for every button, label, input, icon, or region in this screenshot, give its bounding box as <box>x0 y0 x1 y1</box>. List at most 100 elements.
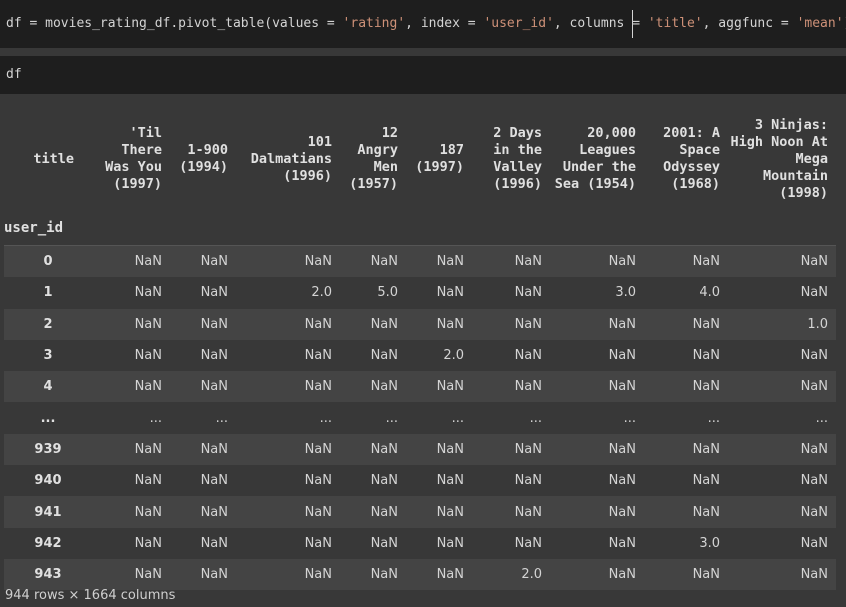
table-row: 1 NaN NaN 2.0 5.0 NaN NaN 3.0 4.0 NaN <box>4 277 836 309</box>
code-string: 'user_id' <box>483 16 554 31</box>
row-index: ... <box>40 410 56 426</box>
table-cell: ... <box>319 410 332 426</box>
table-cell: NaN <box>800 441 828 457</box>
dataframe-table: title 'Til There Was You (1997) 1-900 (1… <box>4 107 836 591</box>
code-string: 'title' <box>647 16 703 31</box>
table-cell: NaN <box>304 535 332 551</box>
table-row: 0 NaN NaN NaN NaN NaN NaN NaN NaN NaN <box>4 245 836 278</box>
table-cell: NaN <box>304 473 332 489</box>
table-cell: NaN <box>200 348 228 364</box>
table-cell: ... <box>385 410 398 426</box>
code-string: 'mean' <box>796 16 844 31</box>
table-cell: ... <box>451 410 464 426</box>
table-cell: NaN <box>370 504 398 520</box>
table-cell: NaN <box>134 473 162 489</box>
column-header: 12 Angry Men (1957) <box>349 125 398 192</box>
row-index: 2 <box>43 316 53 332</box>
table-cell: NaN <box>304 379 332 395</box>
table-cell: NaN <box>800 473 828 489</box>
table-cell: NaN <box>514 535 542 551</box>
column-header: 187 (1997) <box>415 142 464 175</box>
code-text: df = movies_rating_df.pivot_table(values… <box>6 16 343 31</box>
table-cell: NaN <box>370 535 398 551</box>
table-cell: NaN <box>304 316 332 332</box>
table-cell: NaN <box>514 316 542 332</box>
table-cell: NaN <box>608 535 636 551</box>
table-cell: NaN <box>608 379 636 395</box>
code-cell-pivot[interactable]: df = movies_rating_df.pivot_table(values… <box>0 0 846 48</box>
table-cell: NaN <box>436 379 464 395</box>
table-cell: 2.0 <box>443 348 464 364</box>
table-cell: NaN <box>200 535 228 551</box>
table-cell: NaN <box>304 441 332 457</box>
table-cell: NaN <box>406 245 472 278</box>
table-cell: 2.0 <box>311 285 332 301</box>
table-cell: NaN <box>436 473 464 489</box>
table-cell: NaN <box>692 379 720 395</box>
table-cell: NaN <box>692 567 720 583</box>
table-cell: NaN <box>514 504 542 520</box>
column-header: 2 Days in the Valley (1996) <box>493 125 542 192</box>
row-index: 0 <box>4 245 100 278</box>
code-text: , index = <box>405 16 484 31</box>
output-area: title 'Til There Was You (1997) 1-900 (1… <box>0 95 846 607</box>
table-cell: NaN <box>436 316 464 332</box>
table-cell: ... <box>149 410 162 426</box>
table-row: 940 NaN NaN NaN NaN NaN NaN NaN NaN NaN <box>4 465 836 497</box>
code-text: , aggfunc = <box>702 16 797 31</box>
table-cell: 5.0 <box>377 285 398 301</box>
table-cell: ... <box>529 410 542 426</box>
column-header-row: title 'Til There Was You (1997) 1-900 (1… <box>4 107 836 211</box>
table-cell: NaN <box>436 504 464 520</box>
table-cell: NaN <box>170 245 236 278</box>
table-cell: NaN <box>200 567 228 583</box>
code-text: = <box>632 16 641 31</box>
code-text: df <box>6 67 22 82</box>
table-cell: NaN <box>200 441 228 457</box>
table-cell: NaN <box>200 285 228 301</box>
row-index: 1 <box>43 285 53 301</box>
table-cell: NaN <box>800 504 828 520</box>
table-cell: NaN <box>304 504 332 520</box>
table-cell: NaN <box>692 473 720 489</box>
table-cell: ... <box>815 410 828 426</box>
table-row: 2 NaN NaN NaN NaN NaN NaN NaN NaN 1.0 <box>4 308 836 340</box>
table-cell: NaN <box>340 245 406 278</box>
table-cell: NaN <box>134 441 162 457</box>
table-row: 939 NaN NaN NaN NaN NaN NaN NaN NaN NaN <box>4 433 836 466</box>
table-cell: ... <box>623 410 636 426</box>
table-cell: NaN <box>608 441 636 457</box>
table-cell: NaN <box>304 567 332 583</box>
code-cell-df[interactable]: df <box>0 56 846 94</box>
table-cell: ... <box>707 410 720 426</box>
table-row: .............................. <box>4 402 836 434</box>
column-header: 1-900 (1994) <box>179 142 228 175</box>
row-index: 940 <box>34 473 62 489</box>
table-cell: 3.0 <box>615 285 636 301</box>
table-cell: NaN <box>236 245 340 278</box>
table-cell: NaN <box>800 348 828 364</box>
table-cell: NaN <box>134 504 162 520</box>
row-index: 4 <box>43 379 53 395</box>
table-cell: NaN <box>134 285 162 301</box>
table-cell: 4.0 <box>699 285 720 301</box>
table-cell: NaN <box>200 504 228 520</box>
table-cell: NaN <box>728 245 836 278</box>
table-cell: NaN <box>370 441 398 457</box>
table-cell: NaN <box>436 567 464 583</box>
table-cell: NaN <box>200 379 228 395</box>
dataframe-shape: 944 rows × 1664 columns <box>5 588 176 603</box>
table-cell: NaN <box>800 379 828 395</box>
row-index: 943 <box>34 567 62 583</box>
table-cell: NaN <box>608 567 636 583</box>
code-string: 'rating' <box>342 16 406 31</box>
table-cell: 2.0 <box>521 567 542 583</box>
table-cell: NaN <box>304 348 332 364</box>
table-cell: NaN <box>514 473 542 489</box>
table-cell: NaN <box>436 285 464 301</box>
columns-name: title <box>33 150 74 167</box>
table-cell: NaN <box>134 316 162 332</box>
table-cell: NaN <box>514 285 542 301</box>
column-header: 3 Ninjas: High Noon At Mega Mountain (19… <box>730 116 828 201</box>
table-cell: NaN <box>370 348 398 364</box>
